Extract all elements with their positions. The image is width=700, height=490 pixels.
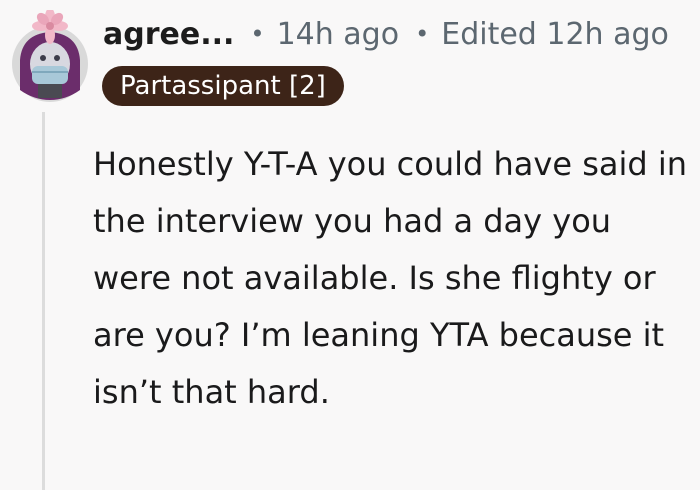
- separator-dot: •: [415, 20, 430, 48]
- user-avatar[interactable]: [8, 8, 92, 106]
- username-link[interactable]: agree...: [103, 17, 234, 52]
- comment-body: Honestly Y-T-A you could have said in th…: [93, 145, 688, 411]
- edited-time: Edited 12h ago: [441, 16, 669, 52]
- comment: agree... • 14h ago • Edited 12h ago Part…: [0, 0, 700, 490]
- posted-time: 14h ago: [276, 16, 400, 52]
- user-avatar-icon: [12, 8, 88, 102]
- thread-line[interactable]: [42, 112, 45, 490]
- separator-dot: •: [250, 20, 265, 48]
- comment-meta: agree... • 14h ago • Edited 12h ago: [103, 10, 669, 58]
- user-flair-badge: Partassipant [2]: [102, 66, 344, 106]
